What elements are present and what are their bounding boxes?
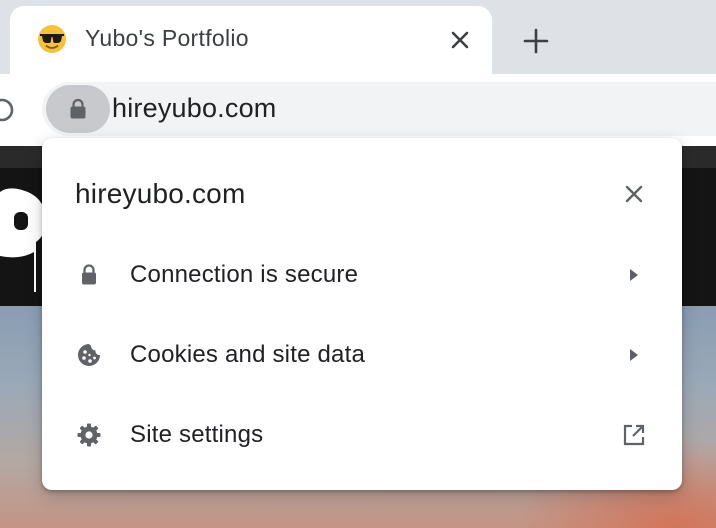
cookies-site-data-row[interactable]: Cookies and site data: [42, 319, 682, 391]
cookies-site-data-label: Cookies and site data: [130, 341, 366, 368]
site-info-popup: hireyubo.com Connection is secure Cookie…: [42, 138, 682, 490]
chevron-right-icon: [630, 269, 638, 281]
new-tab-plus-icon[interactable]: [520, 25, 552, 57]
browser-toolbar: hireyubo.com: [0, 74, 716, 146]
site-settings-label: Site settings: [130, 421, 264, 448]
close-icon[interactable]: [622, 182, 646, 206]
close-tab-icon[interactable]: [447, 27, 473, 53]
reload-icon[interactable]: [0, 95, 16, 125]
omnibox[interactable]: hireyubo.com: [42, 82, 716, 136]
connection-security-label: Connection is secure: [130, 261, 359, 288]
chevron-right-icon: [630, 349, 638, 361]
popup-title: hireyubo.com: [75, 178, 246, 209]
site-info-button[interactable]: [46, 85, 110, 133]
tab-title: Yubo's Portfolio: [85, 25, 249, 51]
tab-strip: Yubo's Portfolio: [0, 0, 716, 74]
cookie-icon: [78, 344, 100, 366]
site-settings-row[interactable]: Site settings: [42, 399, 682, 471]
external-link-icon: [623, 424, 645, 446]
gear-icon: [77, 423, 101, 447]
tab-active[interactable]: Yubo's Portfolio: [10, 6, 492, 74]
sunglasses-emoji-icon: [38, 25, 66, 53]
lock-icon: [82, 264, 96, 285]
url-text[interactable]: hireyubo.com: [112, 93, 276, 124]
lock-icon: [70, 98, 86, 119]
connection-security-row[interactable]: Connection is secure: [42, 239, 682, 311]
